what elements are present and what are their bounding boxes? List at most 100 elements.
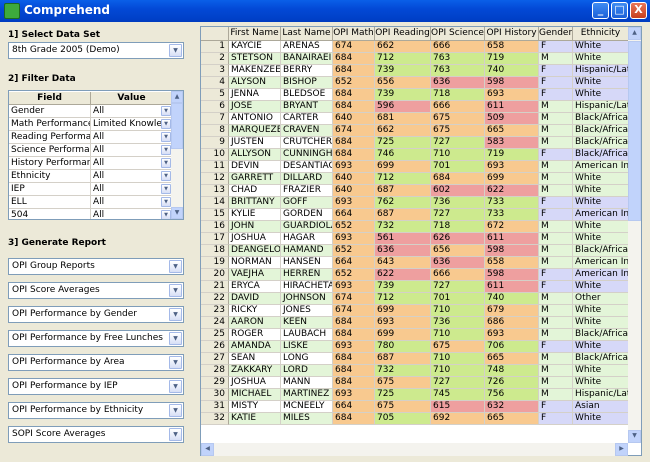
cell-opi-history[interactable]: 719 (485, 53, 539, 65)
cell-opi-math[interactable]: 684 (333, 149, 375, 161)
row-number[interactable]: 13 (201, 185, 229, 197)
cell-gender[interactable]: M (539, 53, 573, 65)
cell-opi-science[interactable]: 763 (431, 53, 485, 65)
cell-opi-history[interactable]: 611 (485, 101, 539, 113)
cell-last-name[interactable]: HANSEN (281, 257, 333, 269)
chevron-down-icon[interactable]: ▼ (161, 106, 171, 116)
header-last-name[interactable]: Last Name (281, 27, 333, 41)
cell-opi-math[interactable]: 693 (333, 389, 375, 401)
cell-first-name[interactable]: STETSON (229, 53, 281, 65)
cell-opi-math[interactable]: 693 (333, 161, 375, 173)
cell-opi-history[interactable]: 598 (485, 77, 539, 89)
cell-opi-reading[interactable]: 739 (375, 281, 431, 293)
cell-opi-math[interactable]: 652 (333, 221, 375, 233)
cell-ethnicity[interactable]: White (573, 185, 629, 197)
filter-value[interactable]: All ▼ (91, 183, 173, 196)
cell-first-name[interactable]: ALLYSON (229, 149, 281, 161)
cell-ethnicity[interactable]: Black/African (573, 245, 629, 257)
cell-opi-science[interactable]: 710 (431, 329, 485, 341)
cell-last-name[interactable]: BERRY (281, 65, 333, 77)
cell-opi-reading[interactable]: 732 (375, 221, 431, 233)
cell-opi-reading[interactable]: 687 (375, 353, 431, 365)
row-number[interactable]: 11 (201, 161, 229, 173)
cell-opi-science[interactable]: 675 (431, 113, 485, 125)
chevron-down-icon[interactable]: ▼ (169, 380, 182, 393)
cell-opi-science[interactable]: 727 (431, 377, 485, 389)
cell-last-name[interactable]: MANN (281, 377, 333, 389)
cell-opi-history[interactable]: 583 (485, 137, 539, 149)
cell-opi-science[interactable]: 602 (431, 185, 485, 197)
chevron-down-icon[interactable]: ▼ (169, 308, 182, 321)
row-number[interactable]: 10 (201, 149, 229, 161)
cell-first-name[interactable]: KATIE (229, 413, 281, 425)
cell-opi-science[interactable]: 656 (431, 245, 485, 257)
cell-first-name[interactable]: ALYSON (229, 77, 281, 89)
cell-gender[interactable]: M (539, 185, 573, 197)
cell-opi-math[interactable]: 684 (333, 53, 375, 65)
cell-first-name[interactable]: MICHAEL (229, 389, 281, 401)
cell-ethnicity[interactable]: White (573, 197, 629, 209)
cell-opi-math[interactable]: 664 (333, 401, 375, 413)
cell-opi-history[interactable]: 756 (485, 389, 539, 401)
cell-gender[interactable]: M (539, 221, 573, 233)
cell-opi-math[interactable]: 664 (333, 257, 375, 269)
cell-ethnicity[interactable]: White (573, 41, 629, 53)
cell-gender[interactable]: M (539, 101, 573, 113)
header-ethnicity[interactable]: Ethnicity (573, 27, 629, 41)
chevron-down-icon[interactable]: ▼ (161, 197, 171, 207)
cell-opi-math[interactable]: 674 (333, 305, 375, 317)
cell-last-name[interactable]: MCNEELY (281, 401, 333, 413)
cell-first-name[interactable]: JENNA (229, 89, 281, 101)
cell-opi-history[interactable]: 658 (485, 41, 539, 53)
cell-opi-history[interactable]: 632 (485, 401, 539, 413)
header-gender[interactable]: Gender (539, 27, 573, 41)
header-opi-reading[interactable]: OPI Reading (375, 27, 431, 41)
cell-last-name[interactable]: CUNNINGHAM (281, 149, 333, 161)
cell-opi-history[interactable]: 679 (485, 305, 539, 317)
row-number[interactable]: 2 (201, 53, 229, 65)
cell-opi-science[interactable]: 710 (431, 149, 485, 161)
cell-ethnicity[interactable]: White (573, 221, 629, 233)
row-number[interactable]: 18 (201, 245, 229, 257)
cell-opi-science[interactable]: 636 (431, 257, 485, 269)
cell-opi-history[interactable]: 733 (485, 197, 539, 209)
chevron-down-icon[interactable]: ▼ (161, 119, 171, 129)
cell-opi-reading[interactable]: 561 (375, 233, 431, 245)
cell-ethnicity[interactable]: American Indian (573, 209, 629, 221)
cell-opi-reading[interactable]: 725 (375, 137, 431, 149)
report-select[interactable]: OPI Group Reports ▼ (8, 258, 184, 275)
row-number[interactable]: 29 (201, 377, 229, 389)
cell-last-name[interactable]: JONES (281, 305, 333, 317)
cell-opi-reading[interactable]: 746 (375, 149, 431, 161)
cell-opi-history[interactable]: 706 (485, 341, 539, 353)
cell-opi-reading[interactable]: 662 (375, 41, 431, 53)
cell-last-name[interactable]: MILES (281, 413, 333, 425)
cell-gender[interactable]: F (539, 413, 573, 425)
cell-first-name[interactable]: GARRETT (229, 173, 281, 185)
report-select[interactable]: OPI Performance by IEP ▼ (8, 378, 184, 395)
cell-gender[interactable]: M (539, 365, 573, 377)
cell-opi-reading[interactable]: 656 (375, 77, 431, 89)
row-number[interactable]: 22 (201, 293, 229, 305)
cell-ethnicity[interactable]: White (573, 281, 629, 293)
header-opi-science[interactable]: OPI Science (431, 27, 485, 41)
cell-last-name[interactable]: BRYANT (281, 101, 333, 113)
chevron-down-icon[interactable]: ▼ (169, 284, 182, 297)
cell-gender[interactable]: M (539, 245, 573, 257)
cell-opi-reading[interactable]: 739 (375, 65, 431, 77)
cell-gender[interactable]: M (539, 125, 573, 137)
cell-opi-science[interactable]: 710 (431, 305, 485, 317)
cell-opi-reading[interactable]: 687 (375, 209, 431, 221)
scroll-up-icon[interactable]: ▲ (171, 91, 183, 103)
cell-opi-history[interactable]: 748 (485, 365, 539, 377)
cell-ethnicity[interactable]: Black/African (573, 137, 629, 149)
cell-last-name[interactable]: CARTER (281, 113, 333, 125)
cell-opi-history[interactable]: 509 (485, 113, 539, 125)
cell-ethnicity[interactable]: Hispanic/Latino (573, 65, 629, 77)
cell-opi-science[interactable]: 718 (431, 89, 485, 101)
row-number[interactable]: 28 (201, 365, 229, 377)
cell-opi-math[interactable]: 684 (333, 377, 375, 389)
cell-ethnicity[interactable]: Black/African (573, 353, 629, 365)
cell-first-name[interactable]: DEANGELO (229, 245, 281, 257)
chevron-down-icon[interactable]: ▼ (169, 332, 182, 345)
